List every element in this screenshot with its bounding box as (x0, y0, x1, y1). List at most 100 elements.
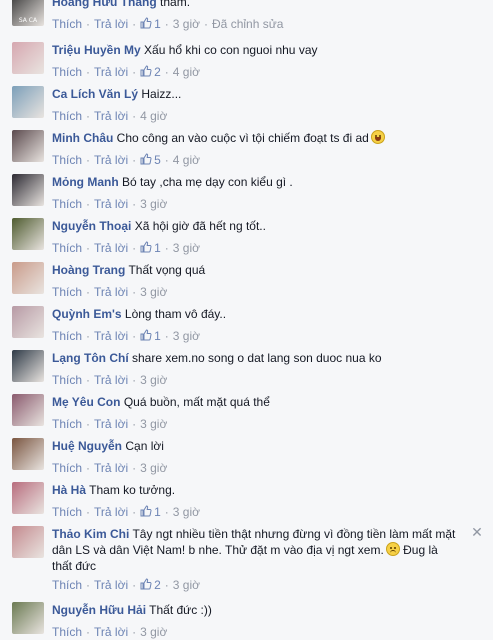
commenter-name[interactable]: Quỳnh Em's (52, 307, 122, 321)
like-link[interactable]: Thích (52, 625, 82, 639)
like-link[interactable]: Thích (52, 109, 82, 123)
separator-dot: · (164, 65, 169, 79)
reply-link[interactable]: Trả lời (94, 578, 128, 592)
timestamp[interactable]: 3 giờ (173, 578, 200, 592)
reply-link[interactable]: Trả lời (94, 17, 128, 31)
like-link[interactable]: Thích (52, 329, 82, 343)
avatar[interactable] (12, 130, 44, 162)
avatar[interactable] (12, 526, 44, 558)
like-count[interactable]: 1 (140, 329, 161, 343)
like-count[interactable]: 1 (140, 241, 161, 255)
timestamp[interactable]: 4 giờ (173, 65, 200, 79)
like-link[interactable]: Thích (52, 197, 82, 211)
timestamp[interactable]: 4 giờ (140, 109, 167, 123)
comment-text: Bó tay ,cha mẹ dạy con kiểu gì . (122, 175, 293, 189)
comment-actions: Thích · Trả lời · 3 giờ (52, 372, 167, 388)
like-link[interactable]: Thích (52, 578, 82, 592)
avatar[interactable] (12, 438, 44, 470)
like-link[interactable]: Thích (52, 65, 82, 79)
avatar[interactable] (12, 174, 44, 206)
commenter-name[interactable]: Nguyễn Hữu Hải (52, 603, 146, 617)
commenter-name[interactable]: Ca Lích Văn Lý (52, 87, 138, 101)
like-count[interactable]: 1 (140, 17, 161, 31)
commenter-name[interactable]: Huệ Nguyễn (52, 439, 122, 453)
separator-dot: · (132, 505, 137, 519)
thumbs-up-icon (140, 578, 152, 590)
comment-text: Cạn lời (125, 439, 164, 453)
timestamp[interactable]: 3 giờ (140, 285, 167, 299)
like-count[interactable]: 2 (140, 65, 161, 79)
timestamp[interactable]: 3 giờ (173, 505, 200, 519)
separator-dot: · (164, 17, 169, 31)
like-link[interactable]: Thích (52, 241, 82, 255)
separator-dot: · (164, 241, 169, 255)
comment-body: Lạng Tôn Chí share xem.no song o dat lan… (52, 350, 382, 366)
reply-link[interactable]: Trả lời (94, 153, 128, 167)
like-link[interactable]: Thích (52, 17, 82, 31)
reply-link[interactable]: Trả lời (94, 109, 128, 123)
timestamp[interactable]: 3 giờ (140, 417, 167, 431)
timestamp[interactable]: 3 giờ (140, 625, 167, 639)
like-count[interactable]: 2 (140, 578, 161, 592)
comment-text: thảm. (160, 0, 191, 9)
reply-link[interactable]: Trả lời (94, 329, 128, 343)
timestamp[interactable]: 3 giờ (173, 241, 200, 255)
comment-actions: Thích · Trả lời · 1 · 3 giờ (52, 328, 200, 344)
avatar[interactable] (12, 350, 44, 382)
commenter-name[interactable]: Mỏng Manh (52, 175, 119, 189)
edited-label[interactable]: Đã chỉnh sửa (212, 17, 283, 31)
separator-dot: · (86, 65, 91, 79)
like-link[interactable]: Thích (52, 153, 82, 167)
commenter-name[interactable]: Minh Châu (52, 131, 113, 145)
avatar[interactable] (12, 602, 44, 634)
timestamp[interactable]: 3 giờ (140, 373, 167, 387)
commenter-name[interactable]: Thảo Kim Chi (52, 527, 129, 541)
avatar[interactable] (12, 262, 44, 294)
timestamp[interactable]: 3 giờ (140, 461, 167, 475)
commenter-name[interactable]: Lạng Tôn Chí (52, 351, 129, 365)
like-count-value: 2 (154, 65, 161, 79)
reply-link[interactable]: Trả lời (94, 417, 128, 431)
timestamp[interactable]: 3 giờ (173, 329, 200, 343)
comment-body: Nguyễn Hữu Hải Thất đức :)) (52, 602, 212, 618)
commenter-name[interactable]: Triệu Huyền My (52, 43, 141, 57)
separator-dot: · (86, 109, 91, 123)
like-link[interactable]: Thích (52, 285, 82, 299)
commenter-name[interactable]: Mẹ Yêu Con (52, 395, 120, 409)
comment-actions: Thích · Trả lời · 3 giờ (52, 284, 167, 300)
commenter-name[interactable]: Hoàng Hữu Thắng (52, 0, 157, 9)
reply-link[interactable]: Trả lời (94, 373, 128, 387)
like-link[interactable]: Thích (52, 417, 82, 431)
comment-body: Mẹ Yêu Con Quá buồn, mất mặt quá thể (52, 394, 270, 410)
timestamp[interactable]: 3 giờ (140, 197, 167, 211)
avatar[interactable] (12, 218, 44, 250)
close-icon[interactable]: ✕ (471, 525, 483, 539)
like-count[interactable]: 5 (140, 153, 161, 167)
like-count[interactable]: 1 (140, 505, 161, 519)
reply-link[interactable]: Trả lời (94, 241, 128, 255)
commenter-name[interactable]: Nguyễn Thoại (52, 219, 131, 233)
timestamp[interactable]: 4 giờ (173, 153, 200, 167)
comment-text: Tham ko tưởng. (89, 483, 176, 497)
like-link[interactable]: Thích (52, 505, 82, 519)
avatar[interactable] (12, 42, 44, 74)
reply-link[interactable]: Trả lời (94, 65, 128, 79)
reply-link[interactable]: Trả lời (94, 625, 128, 639)
reply-link[interactable]: Trả lời (94, 505, 128, 519)
avatar[interactable] (12, 306, 44, 338)
avatar[interactable] (12, 86, 44, 118)
comment-actions: Thích · Trả lời · 3 giờ (52, 196, 167, 212)
avatar[interactable] (12, 394, 44, 426)
commenter-name[interactable]: Hà Hà (52, 483, 86, 497)
reply-link[interactable]: Trả lời (94, 197, 128, 211)
avatar[interactable] (12, 482, 44, 514)
reply-link[interactable]: Trả lời (94, 285, 128, 299)
like-link[interactable]: Thích (52, 373, 82, 387)
timestamp[interactable]: 3 giờ (173, 17, 200, 31)
like-link[interactable]: Thích (52, 461, 82, 475)
reply-link[interactable]: Trả lời (94, 461, 128, 475)
avatar[interactable]: SA CA (12, 0, 44, 26)
separator-dot: · (132, 461, 137, 475)
commenter-name[interactable]: Hoàng Trang (52, 263, 125, 277)
comment-text: share xem.no song o dat lang son duoc nu… (132, 351, 382, 365)
